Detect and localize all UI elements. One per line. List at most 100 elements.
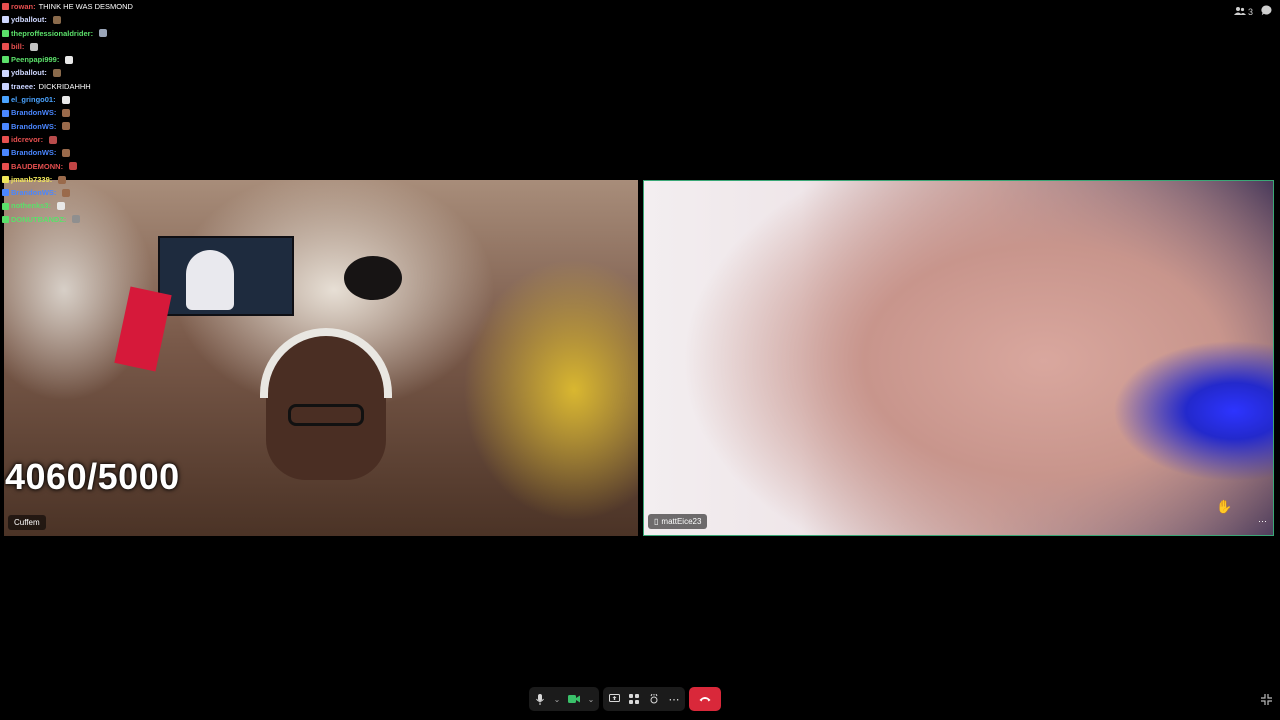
chat-username[interactable]: DONUTBANDZ: — [11, 213, 66, 226]
chat-bubble-icon[interactable] — [1261, 5, 1272, 18]
user-badge-icon — [2, 16, 9, 24]
chat-message: DONUTBANDZ: — [2, 213, 232, 226]
user-badge-icon — [2, 162, 9, 170]
chat-message: BrandonWS: — [2, 120, 232, 133]
microphone-icon[interactable] — [533, 689, 547, 709]
screen-share-icon[interactable] — [607, 689, 621, 709]
user-badge-icon — [2, 215, 9, 223]
chat-username[interactable]: BrandonWS: — [11, 146, 56, 159]
people-icon — [1233, 6, 1246, 18]
chat-username[interactable]: theproffessionaldrider: — [11, 27, 93, 40]
glasses — [288, 404, 364, 426]
participant-count: 3 — [1247, 6, 1253, 17]
headphones — [260, 328, 392, 398]
chat-message: nothenks3: — [2, 199, 232, 212]
chat-username[interactable]: nothenks3: — [11, 199, 51, 212]
user-badge-icon — [2, 149, 9, 157]
emote-icon — [52, 69, 61, 78]
tools-group: ⋯ — [603, 687, 685, 711]
chat-text: DICKRIDAHHH — [38, 81, 91, 91]
chat-username[interactable]: ydballout: — [11, 66, 47, 79]
effects-icon[interactable] — [647, 689, 661, 709]
emote-icon — [99, 29, 108, 38]
chat-message: jmanb7339: — [2, 173, 232, 186]
emote-icon — [62, 188, 71, 197]
collapse-icon[interactable] — [1261, 694, 1272, 708]
chat-message: Peenpapi999: — [2, 53, 232, 66]
chat-message: idcrevor: — [2, 133, 232, 146]
chat-text: THINK HE WAS DESMOND — [38, 2, 133, 11]
emote-icon — [62, 122, 71, 131]
camera-options-chevron-icon[interactable]: ⌄ — [587, 689, 595, 709]
name-tag: Cuffem — [8, 515, 46, 530]
overlay-counter: 4060/5000 — [5, 456, 180, 497]
chat-username[interactable]: el_gringo01: — [11, 93, 56, 106]
emote-icon — [52, 15, 61, 24]
phone-icon: ▯ — [654, 517, 659, 526]
call-controls: ⌄ ⌄ ⋯ — [529, 687, 721, 711]
wall-tv — [158, 236, 294, 316]
emote-icon — [61, 95, 70, 104]
chat-message: BAUDEMONN: — [2, 160, 232, 173]
chat-username[interactable]: traeee: — [11, 80, 36, 93]
chat-message: ydballout: — [2, 66, 232, 79]
chat-username[interactable]: idcrevor: — [11, 133, 43, 146]
emote-icon — [62, 148, 71, 157]
participant-name: Cuffem — [14, 518, 40, 527]
user-badge-icon — [2, 43, 9, 51]
chat-message: traeee: DICKRIDAHHH — [2, 80, 232, 93]
camera-icon[interactable] — [567, 689, 581, 709]
decoration — [114, 286, 172, 372]
emote-icon — [58, 175, 67, 184]
chat-overlay: rowan: THINK HE WAS DESMOND ydballout: thep… — [2, 0, 232, 226]
user-badge-icon — [2, 56, 9, 64]
more-icon[interactable]: ⋯ — [667, 689, 681, 709]
chat-message: BrandonWS: — [2, 186, 232, 199]
participants-button[interactable]: 3 — [1233, 6, 1253, 18]
chat-message: rowan: THINK HE WAS DESMOND — [2, 0, 232, 13]
user-badge-icon — [2, 96, 9, 104]
spider-decoration — [344, 256, 402, 300]
tile-more-button[interactable]: ⋯ — [1258, 516, 1267, 527]
user-badge-icon — [2, 69, 9, 77]
chat-username[interactable]: BrandonWS: — [11, 120, 56, 133]
chat-message: BrandonWS: — [2, 146, 232, 159]
av-group: ⌄ ⌄ — [529, 687, 599, 711]
emote-icon — [49, 135, 58, 144]
chat-username[interactable]: jmanb7339: — [11, 173, 52, 186]
user-badge-icon — [2, 136, 9, 144]
chat-message: BrandonWS: — [2, 106, 232, 119]
emote-icon — [69, 162, 78, 171]
chat-username[interactable]: BrandonWS: — [11, 106, 56, 119]
hand-cursor-icon: ✋ — [1216, 499, 1233, 514]
user-badge-icon — [2, 109, 9, 117]
video-tile-cuffem[interactable]: 4060/5000 Cuffem — [4, 180, 638, 536]
end-call-icon — [699, 693, 711, 705]
user-badge-icon — [2, 189, 9, 197]
user-badge-icon — [2, 122, 9, 130]
chat-message: ydballout: — [2, 13, 232, 26]
mic-options-chevron-icon[interactable]: ⌄ — [553, 689, 561, 709]
chat-username[interactable]: rowan: — [11, 0, 36, 13]
chat-username[interactable]: Peenpapi999: — [11, 53, 59, 66]
chat-message: theproffessionaldrider: — [2, 27, 232, 40]
chat-message: bill: — [2, 40, 232, 53]
chat-username[interactable]: BAUDEMONN: — [11, 160, 63, 173]
grid-layout-icon[interactable] — [627, 689, 641, 709]
user-badge-icon — [2, 82, 9, 90]
chat-username[interactable]: bill: — [11, 40, 24, 53]
video-tile-matteice23[interactable]: ✋ ▯ mattEice23 ⋯ — [643, 180, 1274, 536]
chat-username[interactable]: ydballout: — [11, 13, 47, 26]
chat-username[interactable]: BrandonWS: — [11, 186, 56, 199]
user-badge-icon — [2, 202, 9, 210]
emote-icon — [57, 202, 66, 211]
end-call-button[interactable] — [689, 687, 721, 711]
name-tag: ▯ mattEice23 — [648, 514, 708, 529]
user-badge-icon — [2, 3, 9, 11]
emote-icon — [72, 215, 81, 224]
chat-message: el_gringo01: — [2, 93, 232, 106]
emote-icon — [62, 109, 71, 118]
user-badge-icon — [2, 176, 9, 183]
emote-icon — [30, 42, 39, 51]
user-badge-icon — [2, 29, 9, 37]
